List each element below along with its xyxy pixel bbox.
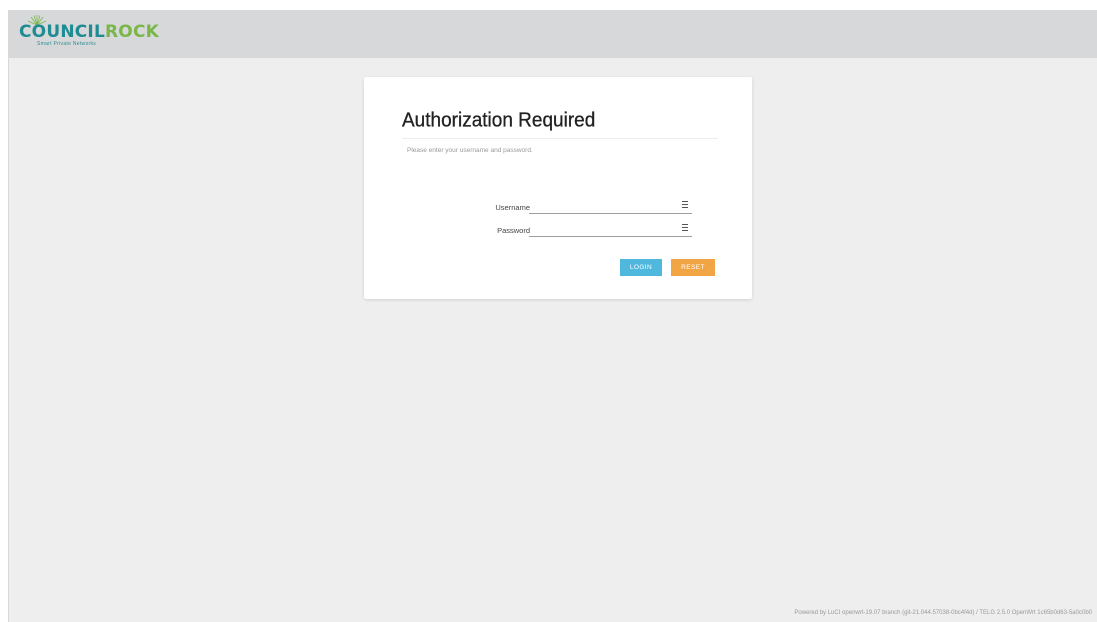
reset-button[interactable]: RESET <box>671 259 715 276</box>
username-input[interactable] <box>529 197 692 214</box>
username-label: Username <box>495 203 530 212</box>
login-instructions: Please enter your username and password. <box>407 147 533 154</box>
password-input[interactable] <box>529 220 692 237</box>
page-title: Authorization Required <box>402 109 596 132</box>
list-icon[interactable] <box>682 201 688 208</box>
brand-name-council: COUNCIL <box>19 22 105 42</box>
password-label: Password <box>497 226 530 235</box>
list-icon[interactable] <box>682 224 688 231</box>
username-row: Username <box>364 197 752 215</box>
title-divider <box>402 138 718 139</box>
footer-version-info: Powered by LuCI openwrt-19.07 branch (gi… <box>794 610 1092 616</box>
browser-viewport: COUNCILROCK Smart Private Networks Autho… <box>8 10 1097 622</box>
password-row: Password <box>364 220 752 238</box>
header-bar: COUNCILROCK Smart Private Networks <box>9 11 1097 58</box>
brand-name: COUNCILROCK <box>19 22 159 42</box>
brand-tagline: Smart Private Networks <box>37 41 97 47</box>
brand-name-rock: ROCK <box>105 22 159 42</box>
councilrock-logo[interactable]: COUNCILROCK Smart Private Networks <box>19 15 179 53</box>
login-card: Authorization Required Please enter your… <box>364 77 752 299</box>
login-button[interactable]: LOGIN <box>620 259 662 276</box>
